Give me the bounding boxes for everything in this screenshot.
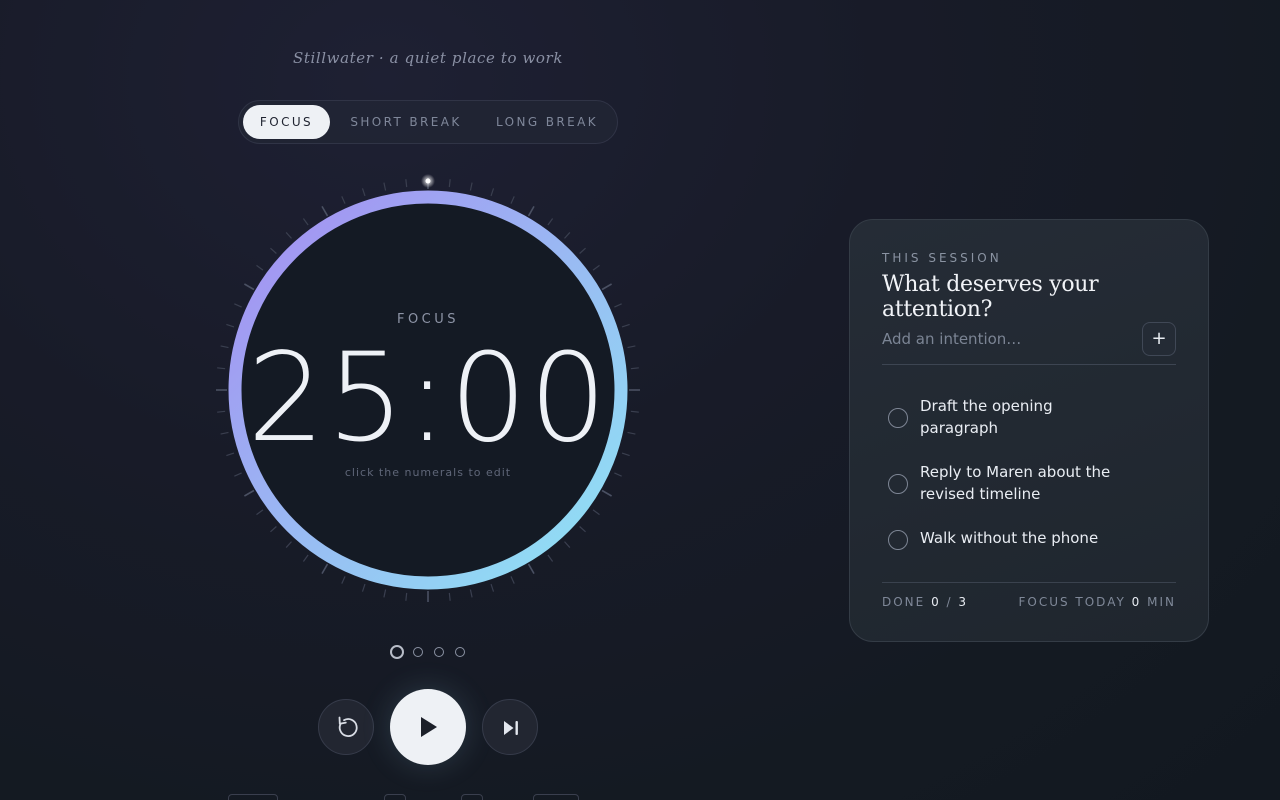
focus-today: FOCUS TODAY 0 MIN xyxy=(1018,595,1176,609)
done-counter: DONE 0 / 3 xyxy=(882,595,968,609)
tab-focus[interactable]: FOCUS xyxy=(243,105,330,139)
play-icon xyxy=(421,717,437,737)
task-text: Draft the opening paragraph xyxy=(920,397,1053,437)
tab-short-break[interactable]: SHORT BREAK xyxy=(339,105,473,139)
skip-icon xyxy=(504,721,518,735)
card-title: What deserves your attention? xyxy=(882,272,1099,322)
done-total: 3 xyxy=(958,595,969,609)
focus-today-label: FOCUS TODAY xyxy=(1018,595,1126,609)
session-dot-4 xyxy=(455,647,465,657)
focus-today-unit: MIN xyxy=(1147,595,1176,609)
card-eyebrow: THIS SESSION xyxy=(882,251,1002,265)
task-text: Reply to Maren about the revised timelin… xyxy=(920,463,1111,503)
task-checkbox[interactable] xyxy=(888,474,908,494)
focus-today-minutes: 0 xyxy=(1131,595,1142,609)
settings-strip xyxy=(228,794,628,800)
session-card: THIS SESSION What deserves your attentio… xyxy=(849,219,1209,642)
reset-icon xyxy=(338,716,358,737)
skip-button[interactable] xyxy=(482,699,538,755)
tagline: Stillwater · a quiet place to work xyxy=(292,49,564,67)
session-dot-2 xyxy=(413,647,423,657)
done-label: DONE xyxy=(882,595,926,609)
timer-mode-label: FOCUS xyxy=(396,312,460,327)
intention-input[interactable] xyxy=(882,324,1132,354)
mode-tabs: FOCUS SHORT BREAK LONG BREAK xyxy=(238,100,618,144)
setting-field[interactable] xyxy=(533,794,579,800)
input-divider xyxy=(882,364,1176,365)
task-checkbox[interactable] xyxy=(888,530,908,550)
done-separator: / xyxy=(946,595,953,609)
session-dot-1 xyxy=(390,645,404,659)
setting-field[interactable] xyxy=(228,794,278,800)
task-text: Walk without the phone xyxy=(920,529,1099,547)
session-dot-3 xyxy=(434,647,444,657)
edit-hint: click the numerals to edit xyxy=(344,466,512,479)
setting-field[interactable] xyxy=(461,794,483,800)
card-divider xyxy=(882,582,1176,583)
session-indicator xyxy=(388,644,468,660)
play-button[interactable] xyxy=(390,689,466,765)
task-checkbox[interactable] xyxy=(888,408,908,428)
timer-readout[interactable]: 25:00 xyxy=(208,328,648,468)
reset-button[interactable] xyxy=(318,699,374,755)
setting-field[interactable] xyxy=(384,794,406,800)
tab-long-break[interactable]: LONG BREAK xyxy=(484,105,610,139)
add-intention-button[interactable]: + xyxy=(1142,322,1176,356)
done-count: 0 xyxy=(931,595,941,609)
timer-dial: FOCUS 25:00 click the numerals to edit xyxy=(208,170,648,610)
